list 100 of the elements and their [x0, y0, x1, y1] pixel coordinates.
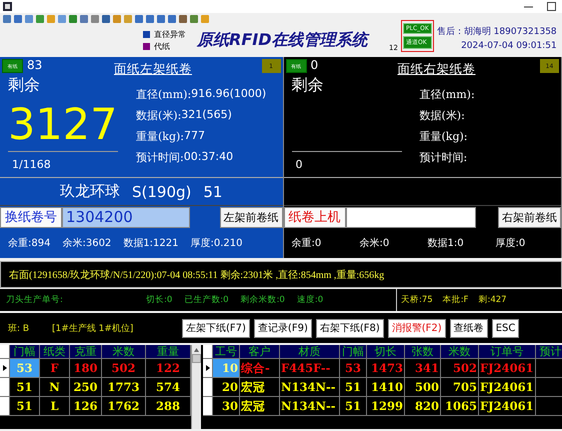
- app-icon: [3, 2, 12, 11]
- production-text: 剩余米数:0: [240, 294, 285, 306]
- production-text: 刀头生产单号:: [6, 294, 64, 306]
- column-header[interactable]: 门幅: [340, 345, 367, 358]
- table-cell: 820: [405, 397, 441, 415]
- date-time: 2024-07-04 09:01:51: [461, 41, 557, 51]
- roll-progress: 1/1168: [11, 158, 52, 171]
- remaining-label: 剩余: [292, 75, 324, 96]
- app-title: 原纸RFID在线管理系统: [197, 30, 370, 50]
- column-header[interactable]: 订单号: [479, 345, 536, 358]
- roll-action-button[interactable]: 换纸卷号: [0, 206, 62, 228]
- roll-action-button[interactable]: 纸卷上机: [284, 206, 346, 228]
- field-label: 重量(kg):: [136, 129, 184, 143]
- column-header[interactable]: 客户: [240, 345, 280, 358]
- position-text: [1#生产线 1#机位]: [52, 322, 134, 334]
- table-cell: FJ24061: [479, 359, 536, 377]
- field-label: 直径(mm):: [136, 87, 192, 101]
- table-cell: N: [40, 378, 70, 396]
- table-cell: F: [40, 359, 70, 377]
- field-value: 00:37:40: [184, 150, 234, 164]
- column-header[interactable]: 工号: [213, 345, 240, 358]
- column-header[interactable]: 材质: [280, 345, 340, 358]
- column-header[interactable]: 切长: [367, 345, 405, 358]
- status-message: 右面(1291658/玖龙环球/N/51/220):07-04 08:55:11 剩余:2301米 ,直径:854mm ,重量:656kg: [0, 261, 562, 288]
- support-contact: 售后：胡海明 18907321358: [436, 26, 557, 38]
- current-row-icon: [206, 365, 210, 371]
- field-label: 数据(米):: [136, 108, 182, 122]
- table-cell: 502: [102, 359, 146, 377]
- column-header[interactable]: 纸类: [40, 345, 70, 358]
- production-text: 切长:0: [146, 294, 172, 306]
- command-button[interactable]: 消报警(F2): [388, 318, 446, 338]
- remaining-label: 剩余: [8, 75, 41, 96]
- table-cell: FJ24061: [479, 397, 536, 415]
- table-cell: 250: [70, 378, 102, 396]
- column-header[interactable]: 米数: [102, 345, 146, 358]
- table-cell: 宏冠: [240, 397, 280, 415]
- roll-number-field[interactable]: [346, 206, 476, 228]
- command-button[interactable]: ESC: [492, 318, 520, 338]
- stat-text: 数据1:1221: [123, 236, 178, 250]
- stat-text: 余米:0: [360, 236, 390, 250]
- table-cell: 1762: [102, 397, 146, 415]
- row-selector[interactable]: [0, 359, 10, 377]
- command-button[interactable]: 右架下纸(F8): [316, 318, 384, 338]
- scrollbar[interactable]: [191, 345, 201, 429]
- roll-progress: 0: [294, 158, 304, 171]
- table-cell: 1065: [441, 397, 479, 415]
- rack-title: 面纸左架纸卷: [113, 61, 193, 78]
- table-cell: 705: [441, 378, 479, 396]
- field-value: 777: [184, 129, 205, 143]
- table-cell: FJ24061: [479, 378, 536, 396]
- table-cell: 51: [10, 397, 40, 415]
- command-button[interactable]: 查记录(F9): [254, 318, 312, 338]
- table-cell: N134N--: [280, 378, 340, 396]
- bridge-text: 剩:427: [478, 294, 507, 306]
- front-roll-button[interactable]: 右架前卷纸: [498, 206, 561, 228]
- stat-text: 数据1:0: [428, 236, 465, 250]
- table-cell: 20: [213, 378, 240, 396]
- table-cell: 53: [10, 359, 40, 377]
- scroll-up-icon[interactable]: [194, 348, 199, 352]
- field-label: 预计时间:: [420, 150, 468, 164]
- table-cell: 51: [10, 378, 40, 396]
- table-cell: 126: [70, 397, 102, 415]
- field-value: 321(565): [181, 108, 232, 122]
- table-cell: 1410: [367, 378, 405, 396]
- stat-text: 厚度:0.210: [190, 236, 242, 250]
- bridge-text: 天桥:75: [401, 294, 433, 306]
- front-roll-button[interactable]: 左架前卷纸: [220, 206, 282, 228]
- table-cell: N134N--: [280, 397, 340, 415]
- column-header[interactable]: 重量: [146, 345, 191, 358]
- table-cell: 10: [213, 359, 240, 377]
- table-cell: 1473: [367, 359, 405, 377]
- stat-text: 余重:0: [292, 236, 322, 250]
- table-cell: 341: [405, 359, 441, 377]
- table-cell: 1773: [102, 378, 146, 396]
- maximize-icon[interactable]: [547, 2, 556, 11]
- roll-number-field[interactable]: 1304200: [62, 206, 190, 228]
- command-button[interactable]: 查纸卷: [450, 318, 488, 338]
- column-header[interactable]: 克重: [70, 345, 102, 358]
- remaining-value: 3127: [8, 100, 118, 150]
- stat-text: 余米:3602: [62, 236, 112, 250]
- field-label: 数据(米):: [420, 108, 465, 122]
- rack-title: 面纸右架纸卷: [396, 61, 476, 78]
- production-text: 速度:0: [296, 294, 324, 306]
- column-header[interactable]: 预计: [536, 345, 562, 358]
- stat-text: 余重:894: [8, 236, 50, 250]
- field-label: 直径(mm):: [420, 87, 475, 101]
- table-cell: 502: [441, 359, 479, 377]
- legend-label: 代纸: [154, 40, 170, 52]
- column-header[interactable]: 门幅: [10, 345, 40, 358]
- row-selector[interactable]: [203, 359, 213, 377]
- current-row-icon: [2, 365, 6, 371]
- column-header[interactable]: 米数: [441, 345, 479, 358]
- stat-text: 厚度:0: [496, 236, 526, 250]
- grid-corner[interactable]: [203, 345, 213, 358]
- column-header[interactable]: 张数: [405, 345, 441, 358]
- grid-corner[interactable]: [0, 345, 10, 358]
- command-button[interactable]: 左架下纸(F7): [182, 318, 250, 338]
- table-cell: F445F--: [280, 359, 340, 377]
- scroll-thumb[interactable]: [192, 354, 201, 363]
- bridge-text: 本批:F: [442, 294, 468, 306]
